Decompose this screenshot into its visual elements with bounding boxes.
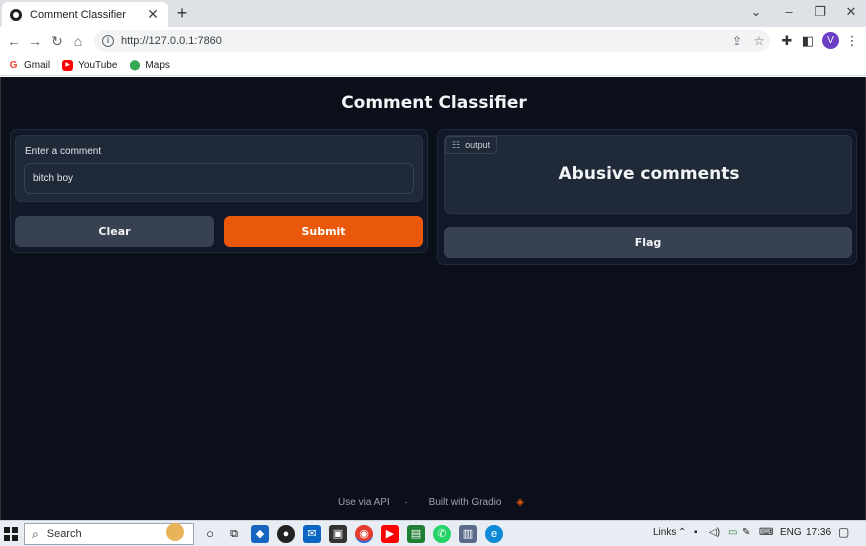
gradio-app: Comment Classifier Enter a comment bitch… [0, 77, 866, 520]
footer-separator: · [404, 497, 408, 508]
youtube-taskbar-icon[interactable]: ▶ [381, 525, 399, 543]
submit-button[interactable]: Submit [224, 216, 423, 247]
output-panel: ☷ output Abusive comments Flag [437, 129, 857, 265]
taskbar-search-label: Search [46, 528, 82, 540]
pycharm-icon[interactable]: ▤ [407, 525, 425, 543]
site-info-icon[interactable]: i [102, 35, 114, 47]
side-panel-icon[interactable]: ◧ [798, 31, 818, 51]
maps-icon: ⬤ [129, 59, 141, 71]
windows-taskbar: ⌕ Search ○ ⧉ ◆ ● ✉ ▣ ◉ ▶ ▤ ✆ ▥ e Links ⌃… [0, 520, 866, 546]
back-arrow-icon[interactable]: ← [4, 31, 24, 51]
page-title: Comment Classifier [341, 93, 527, 113]
footer: Use via API · Built with Gradio ◈ [1, 497, 866, 508]
tray-overflow-icon[interactable]: ⌃ [678, 527, 686, 538]
address-bar[interactable]: i http://127.0.0.1:7860 ⇪ ☆ [94, 30, 770, 52]
volume-icon[interactable]: ◁) [709, 527, 720, 538]
output-label-tag: ☷ output [445, 136, 498, 154]
browser-toolbar: ← → ↻ ⌂ i http://127.0.0.1:7860 ⇪ ☆ ✚ ◧ … [0, 27, 866, 55]
file-icon[interactable]: ▥ [459, 525, 477, 543]
notifications-icon[interactable]: ▢ [838, 525, 849, 539]
restore-window-button[interactable]: ❐ [805, 2, 835, 22]
comment-input-block: Enter a comment bitch boy [15, 135, 423, 202]
windows-start-icon[interactable] [4, 527, 18, 541]
browser-tab[interactable]: Comment Classifier ✕ [2, 2, 168, 27]
keyboard-icon[interactable]: ⌨ [759, 527, 773, 538]
tab-search-icon[interactable]: ⌄ [741, 2, 771, 22]
flag-button[interactable]: Flag [444, 227, 852, 258]
clock[interactable]: 17:36 [806, 527, 831, 538]
output-block: ☷ output Abusive comments [444, 135, 852, 214]
search-icon: ⌕ [32, 526, 39, 541]
bookmark-gmail[interactable]: G Gmail [8, 59, 51, 71]
bookmark-label: YouTube [78, 59, 118, 71]
home-icon[interactable]: ⌂ [68, 31, 88, 51]
output-prediction: Abusive comments [558, 164, 740, 184]
close-tab-icon[interactable]: ✕ [146, 6, 160, 23]
edge-icon[interactable]: e [485, 525, 503, 543]
minimize-window-button[interactable]: – [774, 2, 804, 22]
bookmark-star-icon[interactable]: ☆ [748, 34, 770, 48]
store-icon[interactable]: ▣ [329, 525, 347, 543]
share-icon[interactable]: ⇪ [726, 34, 748, 48]
app-icon[interactable]: ◆ [251, 525, 269, 543]
profile-avatar[interactable]: V [822, 32, 839, 49]
reload-icon[interactable]: ↻ [47, 31, 67, 51]
battery-icon[interactable]: ▭ [728, 527, 737, 538]
search-highlight-icon[interactable] [166, 523, 184, 541]
site-favicon-icon [10, 8, 22, 21]
built-with-gradio-link[interactable]: Built with Gradio ◈ [423, 497, 530, 508]
network-icon[interactable]: ▪ [694, 527, 698, 538]
browser-menu-icon[interactable]: ⋮ [842, 31, 862, 51]
use-via-api-link[interactable]: Use via API [338, 497, 390, 508]
built-with-gradio-text: Built with Gradio [428, 497, 502, 508]
gmail-icon: G [9, 59, 18, 71]
bookmarks-bar: G Gmail ▶ YouTube ⬤ Maps [0, 55, 866, 76]
bookmark-maps[interactable]: ⬤ Maps [129, 60, 169, 71]
comment-textbox[interactable]: bitch boy [24, 163, 414, 194]
input-panel: Enter a comment bitch boy Clear Submit [10, 129, 428, 253]
gradio-logo-icon: ◈ [516, 497, 524, 508]
chrome-icon[interactable]: ◉ [355, 525, 373, 543]
youtube-icon: ▶ [62, 59, 74, 71]
label-icon: ☷ [452, 140, 461, 150]
links-toolbar[interactable]: Links [653, 527, 676, 538]
language-indicator[interactable]: ENG [780, 527, 802, 538]
browser-tab-strip: Comment Classifier ✕ + ⌄ – ❐ ✕ [0, 0, 866, 27]
forward-arrow-icon[interactable]: → [25, 31, 45, 51]
whatsapp-icon[interactable]: ✆ [433, 525, 451, 543]
output-tag-text: output [465, 140, 491, 150]
address-url[interactable]: http://127.0.0.1:7860 [121, 35, 726, 47]
bookmark-youtube[interactable]: ▶ YouTube [62, 59, 118, 71]
clear-button[interactable]: Clear [15, 216, 214, 247]
dell-icon[interactable]: ● [277, 525, 295, 543]
bookmark-label: Gmail [24, 59, 51, 71]
cortana-icon[interactable]: ○ [201, 525, 219, 543]
mail-icon[interactable]: ✉ [303, 525, 321, 543]
new-tab-button[interactable]: + [172, 3, 192, 23]
tab-title: Comment Classifier [30, 8, 126, 21]
extensions-puzzle-icon[interactable]: ✚ [777, 31, 797, 51]
bookmark-label: Maps [145, 59, 170, 71]
task-view-icon[interactable]: ⧉ [225, 525, 243, 543]
close-window-button[interactable]: ✕ [836, 2, 866, 22]
comment-input-label: Enter a comment [25, 146, 102, 157]
pen-icon[interactable]: ✎ [742, 527, 750, 538]
